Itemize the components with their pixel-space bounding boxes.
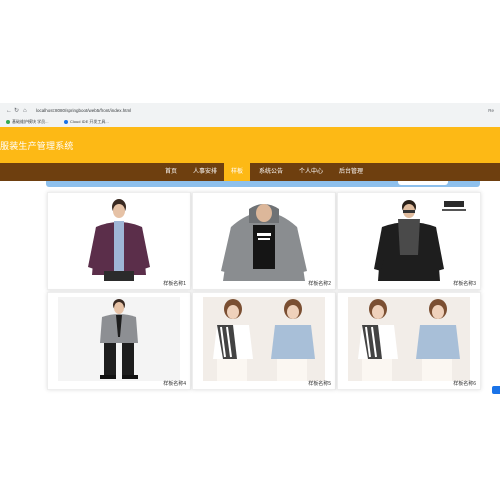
nav-item-samples[interactable]: 样板 xyxy=(224,163,250,181)
product-name[interactable]: 样板名称5 xyxy=(308,380,331,387)
product-name[interactable]: 样板名称4 xyxy=(163,380,186,387)
product-image xyxy=(203,297,325,381)
floating-helper-icon[interactable] xyxy=(492,386,500,394)
product-name[interactable]: 样板名称1 xyxy=(163,280,186,287)
product-name[interactable]: 样板名称6 xyxy=(453,380,476,387)
bookmark-item[interactable]: Cloud IDE 开发工具... xyxy=(64,118,109,126)
product-card[interactable]: 样板名称5 xyxy=(192,292,336,390)
reload-icon[interactable]: ↻ xyxy=(14,107,19,115)
nav-item-profile[interactable]: 个人中心 xyxy=(294,163,328,181)
product-image xyxy=(203,197,325,281)
system-title: 服装生产管理系统 xyxy=(0,141,74,151)
extension-button[interactable]: Re xyxy=(488,107,494,115)
main-nav: 首页 人事安排 样板 系统公告 个人中心 后台管理 xyxy=(0,163,500,181)
product-image xyxy=(58,297,180,381)
nav-item-admin[interactable]: 后台管理 xyxy=(334,163,368,181)
product-card[interactable]: 样板名称3 xyxy=(337,192,481,290)
address-row: ← ↻ ⌂ localhost:8080/springboot/web5/fro… xyxy=(0,107,500,115)
product-card[interactable]: 样板名称6 xyxy=(337,292,481,390)
product-card[interactable]: 样板名称1 xyxy=(47,192,191,290)
bookmark-item[interactable]: 基础维护模块 学员... xyxy=(6,118,48,126)
nav-item-home[interactable]: 首页 xyxy=(157,163,185,181)
nav-item-staff[interactable]: 人事安排 xyxy=(188,163,222,181)
product-card[interactable]: 样板名称4 xyxy=(47,292,191,390)
product-image xyxy=(348,197,470,281)
bookmark-icon xyxy=(6,119,10,124)
product-name[interactable]: 样板名称2 xyxy=(308,280,331,287)
search-box[interactable] xyxy=(398,181,448,185)
bookmarks-bar: 基础维护模块 学员... Cloud IDE 开发工具... xyxy=(0,118,500,126)
product-card[interactable]: 样板名称2 xyxy=(192,192,336,290)
nav-item-announcements[interactable]: 系统公告 xyxy=(254,163,288,181)
product-name[interactable]: 样板名称3 xyxy=(453,280,476,287)
browser-chrome: ← ↻ ⌂ localhost:8080/springboot/web5/fro… xyxy=(0,103,500,128)
bookmark-icon xyxy=(64,119,68,124)
home-icon[interactable]: ⌂ xyxy=(23,107,27,115)
address-bar[interactable]: localhost:8080/springboot/web5/front/ind… xyxy=(36,107,131,115)
site-header: 服装生产管理系统 xyxy=(0,127,500,163)
product-image xyxy=(348,297,470,381)
back-icon[interactable]: ← xyxy=(6,107,12,115)
product-image xyxy=(58,197,180,281)
